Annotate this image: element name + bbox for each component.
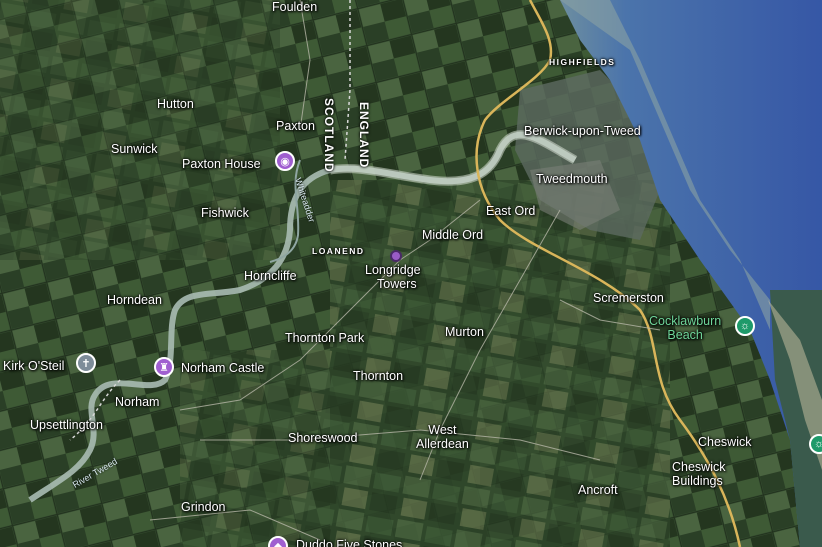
place-label-kirk-o-steil[interactable]: Kirk O'Steil <box>3 359 64 373</box>
place-label-horndean: Horndean <box>107 293 162 307</box>
beach-icon[interactable]: ☼ <box>735 316 755 336</box>
west-allerdean-line1: West <box>428 423 457 437</box>
place-label-norham: Norham <box>115 395 160 409</box>
camera-icon[interactable]: ◉ <box>275 151 295 171</box>
border-label-england: ENGLAND <box>357 102 371 169</box>
place-label-upsettlington: Upsettlington <box>30 418 103 432</box>
cheswick-buildings-line1: Cheswick <box>672 460 726 474</box>
church-icon[interactable]: ✝ <box>76 353 96 373</box>
place-label-sunwick: Sunwick <box>111 142 158 156</box>
place-label-duddo[interactable]: Duddo Five Stones <box>296 538 402 547</box>
place-label-thornton-park: Thornton Park <box>285 331 365 345</box>
place-label-cocklawburn[interactable]: Cocklawburn Beach <box>649 314 721 342</box>
beach-icon-edge[interactable]: ☼ <box>809 434 822 454</box>
place-label-shoreswood: Shoreswood <box>288 431 358 445</box>
cheswick-buildings-line2: Buildings <box>672 474 723 488</box>
cocklawburn-line2: Beach <box>667 328 703 342</box>
place-label-highfields: HIGHFIELDS <box>549 57 616 67</box>
castle-icon[interactable]: ♜ <box>154 357 174 377</box>
place-label-norham-castle[interactable]: Norham Castle <box>181 361 264 375</box>
place-label-foulden: Foulden <box>272 0 318 14</box>
place-label-paxton-house[interactable]: Paxton House <box>182 157 261 171</box>
place-label-tweedmouth: Tweedmouth <box>536 172 608 186</box>
place-label-longridge[interactable]: Longridge Towers <box>365 263 421 291</box>
place-label-thornton: Thornton <box>353 369 404 383</box>
place-label-berwick: Berwick-upon-Tweed <box>524 124 641 138</box>
place-label-paxton: Paxton <box>276 119 315 133</box>
place-label-loanend: LOANEND <box>312 246 365 256</box>
place-label-west-allerdean: West Allerdean <box>416 423 469 451</box>
border-label-scotland: SCOTLAND <box>322 98 336 173</box>
place-label-horncliffe: Horncliffe <box>244 269 297 283</box>
place-label-ancroft: Ancroft <box>578 483 618 497</box>
place-label-scremerston: Scremerston <box>593 291 664 305</box>
place-label-cheswick-buildings: Cheswick Buildings <box>672 460 726 488</box>
place-label-middle-ord: Middle Ord <box>422 228 484 242</box>
place-label-fishwick: Fishwick <box>201 206 249 220</box>
cocklawburn-line1: Cocklawburn <box>649 314 722 328</box>
place-label-hutton: Hutton <box>157 97 194 111</box>
place-label-grindon: Grindon <box>181 500 226 514</box>
place-label-east-ord: East Ord <box>486 204 536 218</box>
map-view[interactable]: Foulden HIGHFIELDS Hutton Paxton SCOTLAN… <box>0 0 822 547</box>
west-allerdean-line2: Allerdean <box>416 437 469 451</box>
place-dot-icon[interactable] <box>390 250 402 262</box>
longridge-line2: Towers <box>377 277 417 291</box>
place-label-murton: Murton <box>445 325 484 339</box>
place-label-cheswick: Cheswick <box>698 435 752 449</box>
longridge-line1: Longridge <box>365 263 421 277</box>
